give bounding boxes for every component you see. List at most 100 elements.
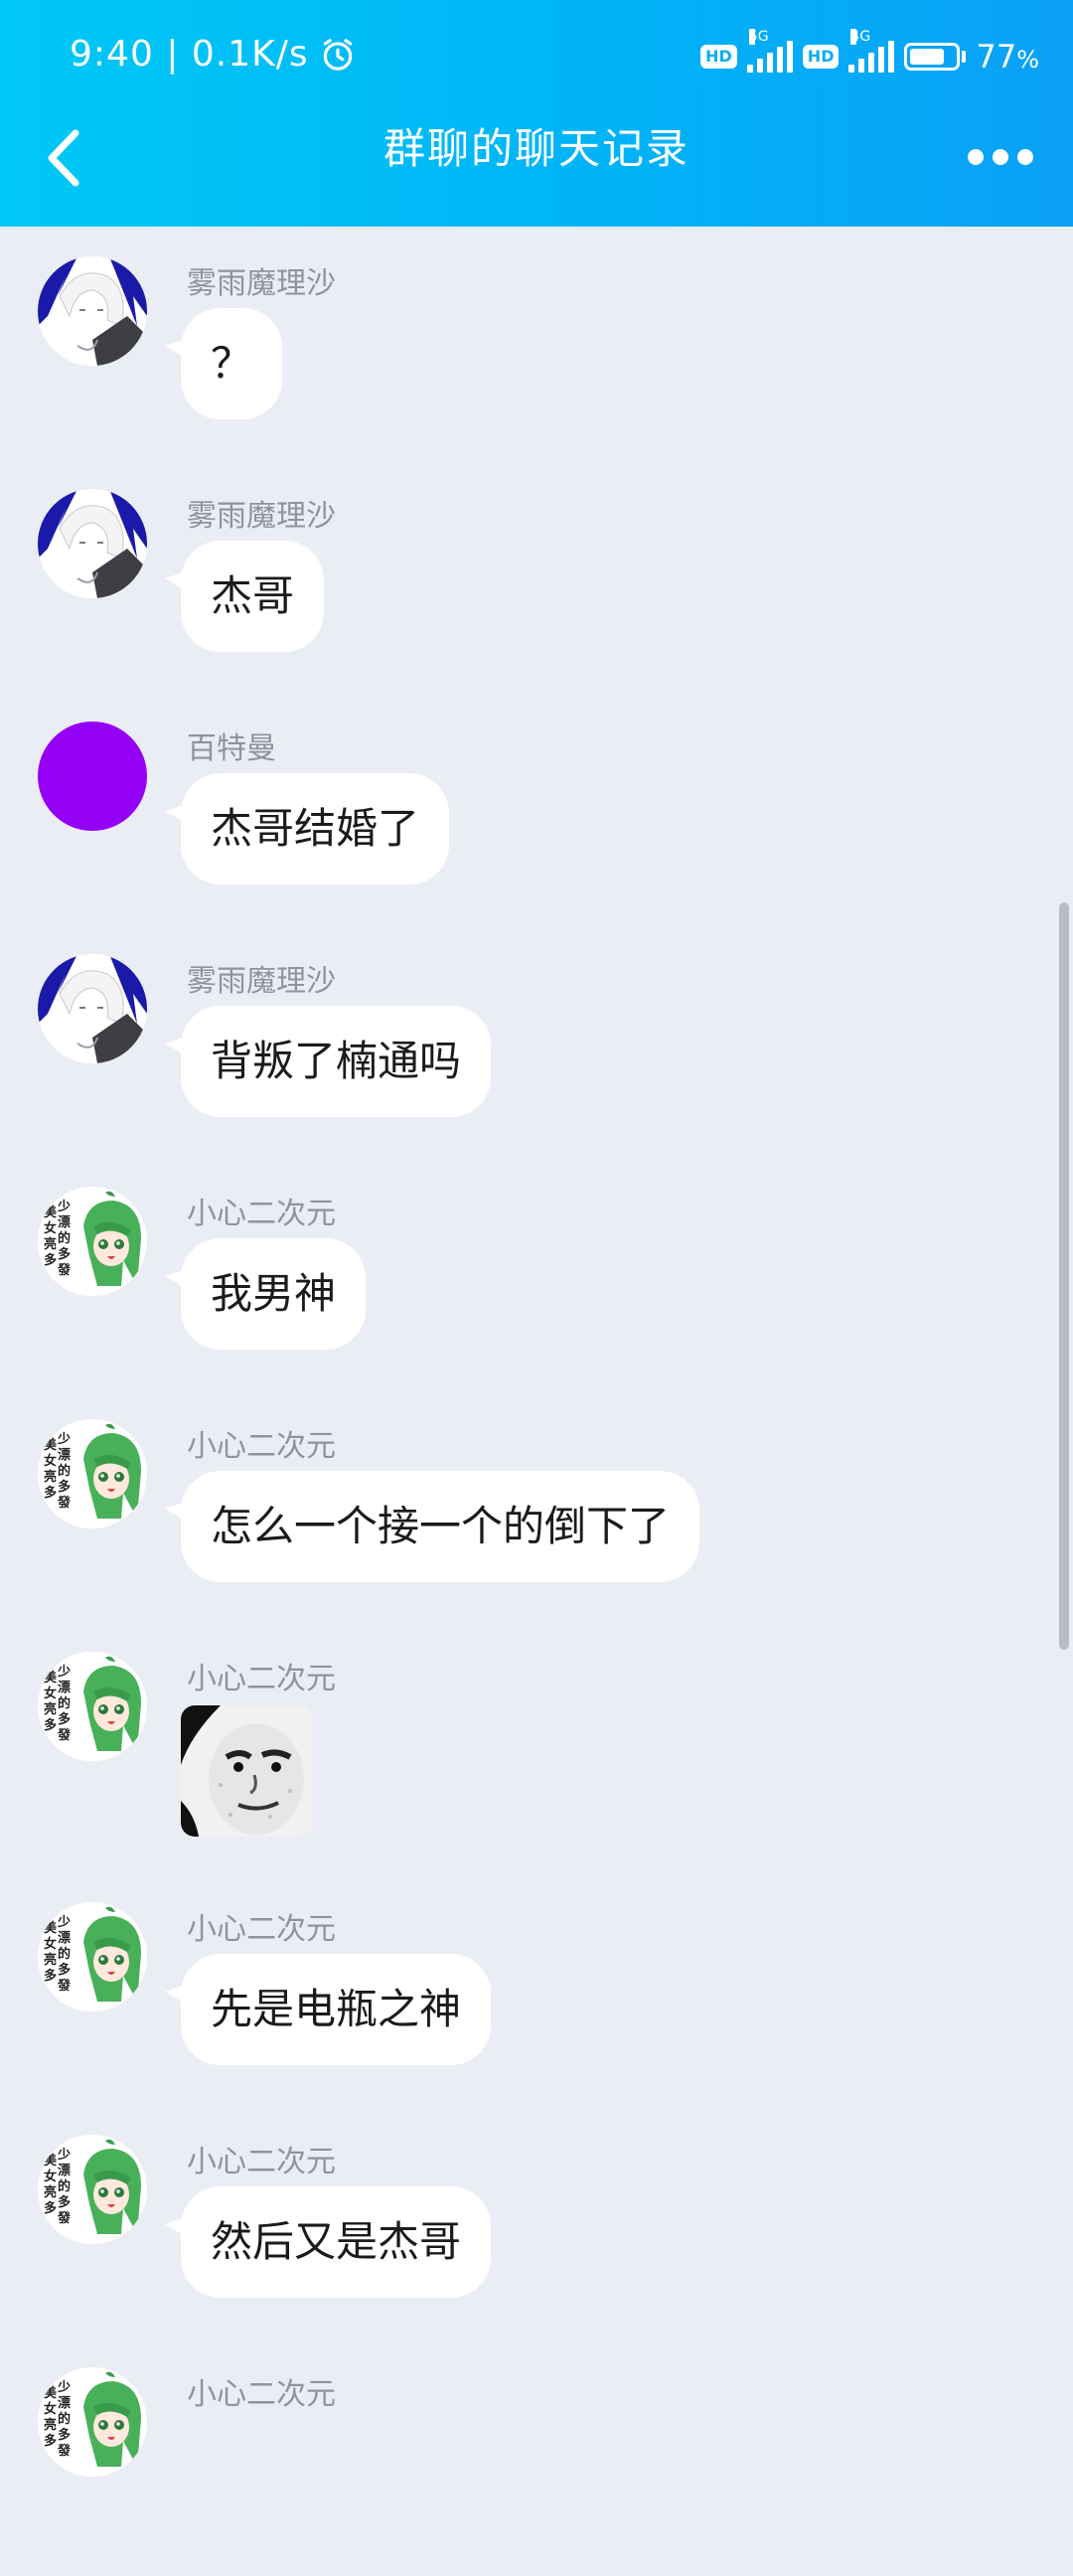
green-hair-avatar[interactable]: 美 少 女 漂 亮 的 多 多 發 bbox=[38, 1652, 147, 1761]
svg-text:多: 多 bbox=[44, 2200, 57, 2216]
svg-text:多: 多 bbox=[58, 1962, 71, 1978]
message-item[interactable]: 雾雨魔理沙背叛了楠通吗 bbox=[0, 934, 1073, 1163]
purple-circle-avatar[interactable] bbox=[38, 722, 147, 831]
white-hair-avatar[interactable] bbox=[38, 256, 147, 366]
svg-text:少: 少 bbox=[57, 1914, 71, 1930]
svg-text:少: 少 bbox=[57, 2379, 71, 2395]
message-item[interactable]: 美 少 女 漂 亮 的 多 多 發 小心二次元 bbox=[0, 1632, 1073, 1860]
panda-face-sticker[interactable] bbox=[181, 1705, 312, 1837]
svg-text:亮: 亮 bbox=[44, 2184, 57, 2200]
svg-text:多: 多 bbox=[58, 1711, 71, 1727]
svg-text:發: 發 bbox=[57, 1495, 71, 1511]
svg-text:漂: 漂 bbox=[58, 1930, 71, 1946]
green-hair-avatar[interactable]: 美 少 女 漂 亮 的 多 多 發 bbox=[38, 1419, 147, 1529]
svg-text:多: 多 bbox=[58, 2194, 71, 2210]
message-bubble[interactable]: 背叛了楠通吗 bbox=[164, 1006, 492, 1117]
svg-text:發: 發 bbox=[57, 1978, 71, 1994]
svg-text:的: 的 bbox=[58, 2411, 71, 2427]
battery-percent: 77% bbox=[976, 38, 1039, 76]
svg-text:少: 少 bbox=[57, 1199, 71, 1214]
battery-icon bbox=[904, 43, 967, 71]
svg-text:女: 女 bbox=[44, 1220, 57, 1236]
message-item[interactable]: 美 少 女 漂 亮 的 多 多 發 小心二次元我男神 bbox=[0, 1167, 1073, 1395]
more-dot-icon bbox=[1017, 149, 1033, 165]
svg-text:漂: 漂 bbox=[58, 2163, 71, 2178]
status-time-text: 9:40 | 0.1K/s bbox=[70, 34, 309, 75]
svg-text:的: 的 bbox=[58, 1463, 71, 1479]
svg-text:少: 少 bbox=[57, 1664, 71, 1680]
svg-text:多: 多 bbox=[44, 1485, 57, 1501]
svg-text:發: 發 bbox=[57, 1727, 71, 1743]
svg-text:少: 少 bbox=[57, 1431, 71, 1447]
svg-text:美: 美 bbox=[44, 1205, 58, 1220]
svg-text:多: 多 bbox=[44, 1252, 57, 1268]
title-bar: 9:40 | 0.1K/s HD 5G HD 4G 77% 群聊的聊天记录 bbox=[0, 0, 1073, 227]
message-item[interactable]: 百特曼 杰哥结婚了 bbox=[0, 702, 1073, 930]
hd-icon: HD bbox=[802, 45, 840, 69]
message-item[interactable]: 雾雨魔理沙 ？ bbox=[0, 237, 1073, 465]
signal-5g-icon: 5G bbox=[746, 29, 793, 73]
svg-text:少: 少 bbox=[57, 2147, 71, 2163]
svg-text:漂: 漂 bbox=[58, 1447, 71, 1463]
sender-name: 小心二次元 bbox=[187, 2377, 336, 2412]
svg-text:女: 女 bbox=[44, 1936, 57, 1952]
svg-text:亮: 亮 bbox=[44, 1469, 57, 1485]
svg-text:女: 女 bbox=[44, 2169, 57, 2184]
message-bubble[interactable]: 先是电瓶之神 bbox=[164, 1954, 492, 2065]
white-hair-avatar[interactable] bbox=[38, 954, 147, 1063]
svg-text:發: 發 bbox=[57, 1262, 71, 1278]
svg-text:女: 女 bbox=[44, 2401, 57, 2417]
svg-text:多: 多 bbox=[58, 1246, 71, 1262]
svg-text:的: 的 bbox=[58, 1946, 71, 1962]
message-item[interactable]: 美 少 女 漂 亮 的 多 多 發 小心二次元 先是电瓶之神 bbox=[0, 1882, 1073, 2111]
signal-4g-icon: 4G bbox=[848, 29, 895, 73]
svg-text:亮: 亮 bbox=[44, 1236, 57, 1252]
scrollbar[interactable] bbox=[1059, 902, 1069, 1650]
message-item[interactable]: 美 少 女 漂 亮 的 多 多 發 小心二次元 bbox=[0, 2347, 1073, 2576]
more-dot-icon bbox=[993, 149, 1008, 165]
message-bubble[interactable]: 杰哥 bbox=[164, 541, 325, 652]
svg-text:美: 美 bbox=[44, 1670, 58, 1686]
svg-text:美: 美 bbox=[44, 2385, 58, 2401]
green-hair-avatar[interactable]: 美 少 女 漂 亮 的 多 多 發 bbox=[38, 1187, 147, 1296]
green-hair-avatar[interactable]: 美 少 女 漂 亮 的 多 多 發 bbox=[38, 2135, 147, 2244]
message-bubble[interactable]: 我男神 bbox=[164, 1238, 367, 1350]
svg-text:的: 的 bbox=[58, 2178, 71, 2194]
sender-name: 雾雨魔理沙 bbox=[187, 964, 336, 999]
svg-text:亮: 亮 bbox=[44, 2417, 57, 2433]
message-item[interactable]: 雾雨魔理沙 杰哥 bbox=[0, 469, 1073, 698]
sender-name: 雾雨魔理沙 bbox=[187, 266, 336, 301]
sender-name: 小心二次元 bbox=[187, 1662, 336, 1696]
svg-text:美: 美 bbox=[44, 1437, 58, 1453]
svg-text:女: 女 bbox=[44, 1453, 57, 1469]
svg-text:多: 多 bbox=[44, 2433, 57, 2449]
svg-text:美: 美 bbox=[44, 2153, 58, 2169]
status-icons: HD 5G HD 4G 77% bbox=[700, 29, 1039, 76]
svg-text:漂: 漂 bbox=[58, 1214, 71, 1230]
svg-text:的: 的 bbox=[58, 1695, 71, 1711]
svg-text:多: 多 bbox=[58, 2427, 71, 2443]
sender-name: 小心二次元 bbox=[187, 2145, 336, 2179]
message-bubble[interactable]: 怎么一个接一个的倒下了 bbox=[164, 1471, 700, 1582]
svg-text:多: 多 bbox=[58, 1479, 71, 1495]
svg-text:美: 美 bbox=[44, 1920, 58, 1936]
svg-text:漂: 漂 bbox=[58, 1680, 71, 1695]
svg-text:的: 的 bbox=[58, 1230, 71, 1246]
svg-text:漂: 漂 bbox=[58, 2395, 71, 2411]
message-item[interactable]: 美 少 女 漂 亮 的 多 多 發 小心二次元然后又是杰哥 bbox=[0, 2115, 1073, 2343]
svg-text:女: 女 bbox=[44, 1686, 57, 1701]
network-type-label: 4G bbox=[850, 29, 871, 45]
sender-name: 小心二次元 bbox=[187, 1429, 336, 1464]
more-options-button[interactable] bbox=[968, 139, 1037, 175]
message-item[interactable]: 美 少 女 漂 亮 的 多 多 發 小心二次元怎么一个接一个的倒下了 bbox=[0, 1399, 1073, 1628]
green-hair-avatar[interactable]: 美 少 女 漂 亮 的 多 多 發 bbox=[38, 2367, 147, 2477]
sender-name: 小心二次元 bbox=[187, 1197, 336, 1231]
network-type-label: 5G bbox=[748, 29, 769, 45]
svg-text:多: 多 bbox=[44, 1968, 57, 1984]
hd-icon: HD bbox=[700, 45, 737, 69]
green-hair-avatar[interactable]: 美 少 女 漂 亮 的 多 多 發 bbox=[38, 1902, 147, 2012]
message-bubble[interactable]: 杰哥结婚了 bbox=[164, 773, 450, 885]
white-hair-avatar[interactable] bbox=[38, 489, 147, 598]
message-bubble[interactable]: 然后又是杰哥 bbox=[164, 2186, 492, 2298]
message-bubble[interactable]: ？ bbox=[164, 308, 283, 419]
